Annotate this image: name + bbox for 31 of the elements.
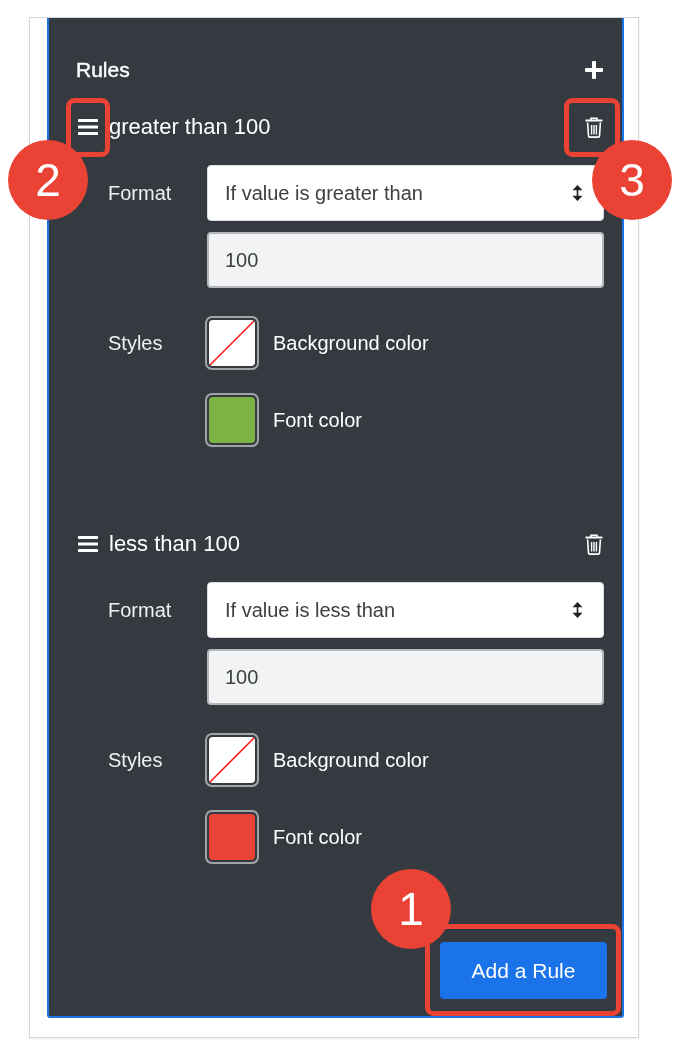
hamburger-icon[interactable] — [78, 536, 98, 552]
value-field[interactable]: 100 — [207, 649, 604, 705]
condition-dropdown[interactable]: If value is greater than — [207, 165, 604, 221]
sort-arrows-icon — [572, 602, 583, 618]
trash-icon[interactable] — [585, 116, 603, 138]
step-number: 2 — [8, 140, 88, 220]
color-swatch-icon[interactable] — [205, 810, 259, 864]
no-color-swatch-icon[interactable] — [205, 316, 259, 370]
sort-arrows-icon — [572, 185, 583, 201]
panel-title: Rules — [76, 58, 130, 82]
field-label: Format — [108, 181, 173, 205]
swatch-label: Background color — [273, 331, 429, 355]
condition-dropdown[interactable]: If value is less than — [207, 582, 604, 638]
color-swatch-icon[interactable] — [205, 393, 259, 447]
hamburger-icon[interactable] — [78, 119, 98, 135]
no-color-swatch-icon[interactable] — [205, 733, 259, 787]
highlight-frame — [564, 98, 620, 157]
step-number: 3 — [592, 140, 672, 220]
highlight-frame — [66, 98, 110, 157]
swatch-label: Font color — [273, 825, 362, 849]
plus-icon[interactable] — [585, 61, 603, 79]
value-field[interactable]: 100 — [207, 232, 604, 288]
field-label: Format — [108, 598, 173, 622]
add-rule-button[interactable]: Add a Rule — [440, 942, 607, 999]
rule-name: greater than 100 — [109, 114, 271, 140]
trash-icon[interactable] — [585, 533, 603, 555]
field-label: Styles — [108, 748, 164, 772]
swatch-label: Background color — [273, 748, 429, 772]
field-label: Styles — [108, 331, 164, 355]
swatch-label: Font color — [273, 408, 362, 432]
rule-name: less than 100 — [109, 531, 240, 557]
